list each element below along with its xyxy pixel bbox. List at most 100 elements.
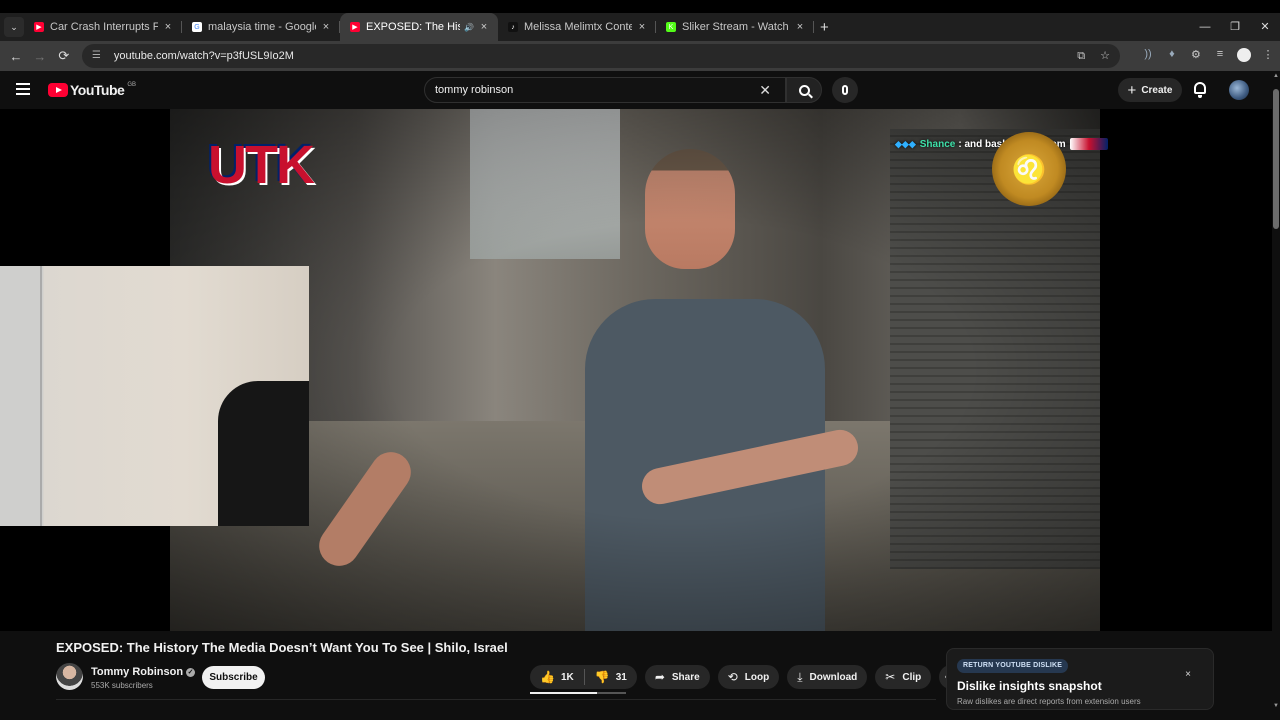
youtube-play-icon [48,83,68,97]
profile-icon[interactable] [1232,47,1256,65]
tab-favicon-icon: K [666,22,676,32]
country-code: GB [127,82,136,88]
tab-search-button[interactable]: ⌄ [4,17,24,37]
share-button[interactable]: ➦ Share [644,665,710,689]
tab-close-icon[interactable]: × [636,21,648,33]
browser-tab[interactable]: ▶ Car Crash Interrupts Food Revie × [24,13,182,41]
like-dislike-bar: 👍 1K 👎 31 [530,665,637,689]
tab-favicon-icon: G [192,22,202,32]
url-text[interactable]: youtube.com/watch?v=p3fUSL9Io2M [114,50,1065,62]
verified-badge-icon: ✓ [186,667,196,677]
webcam-overlay [0,266,309,526]
tab-title: Car Crash Interrupts Food Revie [50,21,158,33]
loop-button[interactable]: ⟲ Loop [717,665,780,689]
chat-username: Shance [919,138,956,150]
tab-close-icon[interactable]: × [478,21,490,33]
browser-tab-bar: ⌄ ▶Car Crash Interrupts Food Revie×Gmala… [0,13,1280,41]
browser-tab[interactable]: ♪ Melissa Melimtx Content Overvi × [498,13,656,41]
create-button[interactable]: + Create [1118,78,1182,102]
like-ratio-bar [530,692,626,694]
dislike-button[interactable]: 👎 31 [585,665,637,689]
browser-toolbar: ← → ⟳ ☰ youtube.com/watch?v=p3fUSL9Io2M … [0,41,1280,71]
tab-strip: ▶Car Crash Interrupts Food Revie×Gmalays… [24,13,814,41]
voice-search-button[interactable] [832,77,858,103]
tab-close-icon[interactable]: × [162,21,174,33]
chevron-down-icon: ⌄ [10,21,18,32]
youtube-header: YouTube GB tommy robinson ✕ + Create [0,71,1280,109]
install-app-icon[interactable]: ⧉ [1077,50,1085,62]
search-button[interactable] [786,77,822,103]
window-controls: — ❐ ✕ [1190,13,1280,41]
youtube-logo[interactable]: YouTube GB [48,82,136,98]
clip-button[interactable]: ✂ Clip [875,665,932,689]
ryd-title: Dislike insights snapshot [957,679,1102,693]
tab-favicon-icon: ▶ [34,22,44,32]
channel-avatar[interactable] [56,663,83,690]
tab-audio-icon[interactable]: 🔊 [464,23,474,32]
reload-button[interactable]: ⟳ [52,48,76,64]
search-icon [798,84,810,96]
scissors-icon: ✂ [885,670,896,684]
menu-dots-icon[interactable]: ⋮ [1256,48,1280,65]
forward-button[interactable]: → [28,49,52,64]
subscribe-button[interactable]: Subscribe [202,666,265,689]
minimize-button[interactable]: — [1190,13,1220,41]
address-bar[interactable]: ☰ youtube.com/watch?v=p3fUSL9Io2M ⧉ ☆ [81,44,1120,68]
shield-extension-icon[interactable]: ♦ [1160,48,1184,65]
tab-title: malaysia time - Google Search [208,21,316,33]
browser-tab[interactable]: ▶ EXPOSED: The History The 🔊 × [340,13,498,41]
tab-close-icon[interactable]: × [320,21,332,33]
notifications-bell-icon[interactable] [1193,82,1207,98]
search-input[interactable]: tommy robinson ✕ [424,77,786,103]
screen-top-strip [0,0,1280,13]
thumbs-up-icon: 👍 [540,670,555,684]
site-info-icon[interactable]: ☰ [92,50,104,62]
page-scrollbar[interactable]: ▲ ▼ [1272,71,1280,711]
extension-icon[interactable]: )) [1136,48,1160,65]
download-icon: ⤓ [797,669,803,684]
back-button[interactable]: ← [4,49,28,64]
tab-close-icon[interactable]: × [794,21,806,33]
thumbs-down-icon: 👎 [594,670,610,684]
chat-badges-icon: ◆◆◆ [895,138,916,149]
tab-title: Sliker Stream - Watch Live on K [682,21,790,33]
restore-button[interactable]: ❐ [1220,13,1250,41]
menu-icon[interactable] [16,83,30,95]
extensions-area: )) ♦ ⚙ ≡ ⋮ [1136,47,1280,65]
tab-title: EXPOSED: The History The [366,21,460,33]
browser-tab[interactable]: Gmalaysia time - Google Search × [182,13,340,41]
video-title: EXPOSED: The History The Media Doesn’t W… [56,640,508,655]
return-youtube-dislike-card: RETURN YOUTUBE DISLIKE Dislike insights … [946,648,1214,710]
divider [56,699,936,700]
subscriber-count: 553K subscribers [91,681,153,690]
ryd-subtitle: Raw dislikes are direct reports from ext… [957,697,1141,706]
like-button[interactable]: 👍 1K [530,665,584,689]
tab-favicon-icon: ▶ [350,22,360,32]
like-ratio-fill [530,692,598,694]
channel-name-link[interactable]: Tommy Robinson ✓ [91,666,196,678]
tab-title: Melissa Melimtx Content Overvi [524,21,632,33]
close-icon[interactable]: × [1185,669,1191,680]
account-avatar[interactable] [1229,80,1249,100]
microphone-icon [842,85,848,95]
scroll-down-icon[interactable]: ▼ [1273,703,1279,709]
puzzle-icon[interactable]: ⚙ [1184,48,1208,65]
flag-emote-icon [1069,138,1108,150]
tab-favicon-icon: ♪ [508,22,518,32]
download-button[interactable]: ⤓ Download [787,665,868,689]
plus-icon: + [1127,81,1137,99]
video-player[interactable]: UTK ◆◆◆ Shance : and bashar rule them ♌ [0,109,1272,631]
bookmark-star-icon[interactable]: ☆ [1100,50,1110,62]
search-query[interactable]: tommy robinson [435,84,759,96]
share-icon: ➦ [654,670,665,684]
ryd-badge: RETURN YOUTUBE DISLIKE [957,659,1069,673]
scroll-up-icon[interactable]: ▲ [1273,73,1279,79]
media-control-icon[interactable]: ≡ [1208,48,1232,65]
clear-search-icon[interactable]: ✕ [759,82,771,99]
scrollbar-thumb[interactable] [1273,89,1279,229]
close-window-button[interactable]: ✕ [1250,13,1280,41]
new-tab-button[interactable]: + [820,19,829,36]
video-actions: 👍1K 👎31 ➦Share ⟲Loop ⤓Download ✂Clip ••• [530,665,964,689]
loop-icon: ⟲ [727,670,738,684]
browser-tab[interactable]: K Sliker Stream - Watch Live on K × [656,13,814,41]
